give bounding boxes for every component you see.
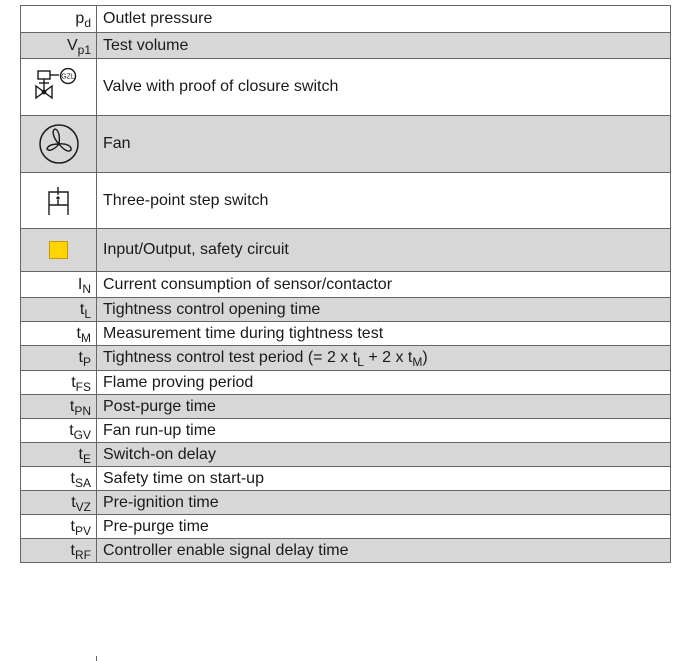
description-cell: Switch-on delay [96, 442, 671, 467]
symbol-cell: tM [20, 321, 97, 346]
legend-row-pre-purge: tPV Pre-purge time [20, 514, 671, 539]
symbol-cell: tL [20, 297, 97, 322]
legend-row-safety-circuit: Input/Output, safety circuit [20, 228, 671, 272]
safety-circuit-yellow-box-icon [49, 240, 68, 259]
legend-row-test-volume: Vp1 Test volume [20, 32, 671, 59]
symbol-cell: tRF [20, 538, 97, 563]
legend-row-current-consumption: IN Current consumption of sensor/contact… [20, 271, 671, 298]
description-cell: Test volume [96, 32, 671, 59]
description-cell: Safety time on start-up [96, 466, 671, 491]
symbol-cell: GZL [20, 58, 97, 116]
legend-row-opening-time: tL Tightness control opening time [20, 297, 671, 322]
description-cell: Three-point step switch [96, 172, 671, 229]
legend-row-outlet-pressure: pd Outlet pressure [20, 5, 671, 33]
symbol-cell: tP [20, 345, 97, 371]
description-cell: Controller enable signal delay time [96, 538, 671, 563]
three-point-step-switch-icon [21, 185, 96, 217]
symbol-cell: tPN [20, 394, 97, 419]
symbol-cell: tGV [20, 418, 97, 443]
description-cell: Tightness control test period (= 2 x tL … [96, 345, 671, 371]
description-cell: Outlet pressure [96, 5, 671, 33]
symbol-cell [20, 172, 97, 229]
description-cell: Fan run-up time [96, 418, 671, 443]
symbol-cell: tVZ [20, 490, 97, 515]
legend-row-post-purge: tPN Post-purge time [20, 394, 671, 419]
fan-icon [21, 122, 96, 166]
legend-row-safety-time: tSA Safety time on start-up [20, 466, 671, 491]
symbol-cell: IN [20, 271, 97, 298]
symbol-cell [20, 228, 97, 272]
symbol-cell: pd [20, 5, 97, 33]
symbol-cell: Vp1 [20, 32, 97, 59]
description-cell: Post-purge time [96, 394, 671, 419]
legend-row-valve-proof-of-closure: GZL Valve with proof of closure switch [20, 58, 671, 116]
description-cell: Flame proving period [96, 370, 671, 395]
symbol-cell: tPV [20, 514, 97, 539]
legend-row-switch-on-delay: tE Switch-on delay [20, 442, 671, 467]
legend-row-pre-ignition: tVZ Pre-ignition time [20, 490, 671, 515]
description-cell: Fan [96, 115, 671, 173]
column-divider-tick [96, 656, 97, 661]
legend-row-test-period: tP Tightness control test period (= 2 x … [20, 345, 671, 371]
description-cell: Input/Output, safety circuit [96, 228, 671, 272]
legend-row-fan-run-up: tGV Fan run-up time [20, 418, 671, 443]
description-cell: Valve with proof of closure switch [96, 58, 671, 116]
symbol-cell: tSA [20, 466, 97, 491]
description-cell: Pre-purge time [96, 514, 671, 539]
valve-with-proof-of-closure-switch-icon: GZL [21, 68, 96, 106]
symbol-legend-table: pd Outlet pressure Vp1 Test volume GZL V… [20, 5, 671, 563]
description-cell: Current consumption of sensor/contactor [96, 271, 671, 298]
description-cell: Pre-ignition time [96, 490, 671, 515]
symbol-cell: tE [20, 442, 97, 467]
description-cell: Measurement time during tightness test [96, 321, 671, 346]
legend-row-fan: Fan [20, 115, 671, 173]
symbol-cell [20, 115, 97, 173]
legend-row-measurement-time: tM Measurement time during tightness tes… [20, 321, 671, 346]
gzl-label: GZL [61, 74, 75, 81]
description-cell: Tightness control opening time [96, 297, 671, 322]
symbol-cell: tFS [20, 370, 97, 395]
legend-row-flame-proving: tFS Flame proving period [20, 370, 671, 395]
legend-row-three-point-step-switch: Three-point step switch [20, 172, 671, 229]
legend-row-enable-signal-delay: tRF Controller enable signal delay time [20, 538, 671, 563]
